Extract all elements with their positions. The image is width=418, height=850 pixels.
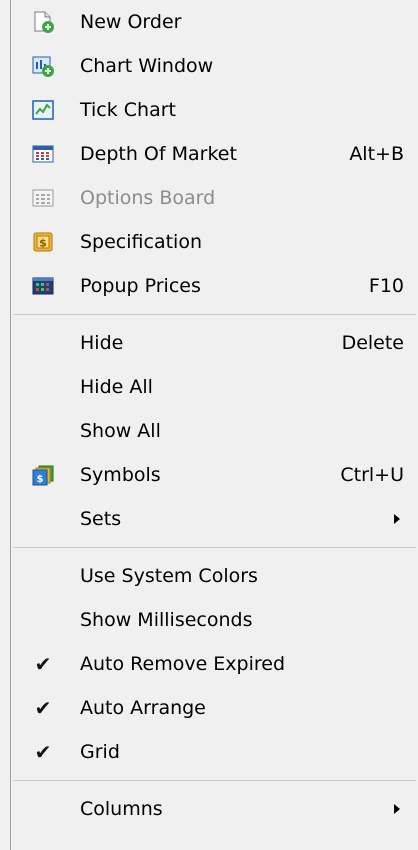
tick-chart-icon: [19, 88, 67, 132]
menu-item-label: Grid: [80, 741, 120, 763]
shortcut-text: Delete: [341, 332, 404, 354]
submenu-arrow-icon: [394, 514, 400, 524]
menu-item-new-order[interactable]: New Order: [11, 0, 418, 44]
menu-item-label: Auto Remove Expired: [80, 653, 286, 675]
menu-item-label: Use System Colors: [80, 565, 258, 587]
menu-separator: [11, 774, 418, 787]
checkmark-icon: ✔: [34, 696, 52, 720]
menu-item-label: Options Board: [80, 187, 216, 209]
shortcut-text: Alt+B: [349, 143, 404, 165]
menu-item-label: Tick Chart: [80, 99, 177, 121]
svg-text:$: $: [39, 237, 47, 250]
menu-item-show-all[interactable]: Show All: [11, 409, 418, 453]
menu-separator: [11, 541, 418, 554]
options-board-icon: [19, 176, 67, 220]
menu-item-label: Sets: [80, 508, 122, 530]
menu-item-show-milliseconds[interactable]: Show Milliseconds: [11, 598, 418, 642]
menu-item-label: Popup Prices: [80, 275, 201, 297]
menu-item-hide-all[interactable]: Hide All: [11, 365, 418, 409]
chart-window-icon: [19, 44, 67, 88]
menu-item-label: Depth Of Market: [80, 143, 237, 165]
popup-prices-icon: [19, 264, 67, 308]
menu-item-symbols[interactable]: $ Symbols Ctrl+U: [11, 453, 418, 497]
symbols-icon: $: [19, 453, 67, 497]
menu-item-label: Chart Window: [80, 55, 214, 77]
menu-item-tick-chart[interactable]: Tick Chart: [11, 88, 418, 132]
submenu-arrow-icon: [394, 804, 400, 814]
menu-item-sets[interactable]: Sets: [11, 497, 418, 541]
menu-item-auto-arrange[interactable]: ✔ Auto Arrange: [11, 686, 418, 730]
svg-text:$: $: [37, 474, 44, 485]
menu-item-grid[interactable]: ✔ Grid: [11, 730, 418, 774]
shortcut-text: Ctrl+U: [340, 464, 404, 486]
menu-item-chart-window[interactable]: Chart Window: [11, 44, 418, 88]
menu-item-label: Show All: [80, 420, 161, 442]
menu-item-label: Hide All: [80, 376, 153, 398]
checkmark-icon: ✔: [34, 740, 52, 764]
checkmark-icon: ✔: [34, 652, 52, 676]
menu-item-options-board: Options Board: [11, 176, 418, 220]
menu-item-label: Auto Arrange: [80, 697, 206, 719]
menu-separator: [11, 308, 418, 321]
new-order-icon: [19, 0, 67, 44]
depth-of-market-icon: [19, 132, 67, 176]
specification-icon: $: [19, 220, 67, 264]
menu-item-depth-of-market[interactable]: Depth Of Market Alt+B: [11, 132, 418, 176]
menu-item-label: Columns: [80, 798, 163, 820]
menu-item-use-system-colors[interactable]: Use System Colors: [11, 554, 418, 598]
menu-item-label: Specification: [80, 231, 202, 253]
context-menu: New Order Chart Window Tick Chart Depth …: [10, 0, 418, 850]
menu-item-label: Symbols: [80, 464, 161, 486]
menu-item-hide[interactable]: Hide Delete: [11, 321, 418, 365]
menu-item-popup-prices[interactable]: Popup Prices F10: [11, 264, 418, 308]
menu-item-columns[interactable]: Columns: [11, 787, 418, 831]
menu-item-label: New Order: [80, 11, 182, 33]
menu-item-label: Show Milliseconds: [80, 609, 253, 631]
shortcut-text: F10: [368, 275, 404, 297]
menu-item-auto-remove-expired[interactable]: ✔ Auto Remove Expired: [11, 642, 418, 686]
menu-item-specification[interactable]: $ Specification: [11, 220, 418, 264]
menu-item-label: Hide: [80, 332, 124, 354]
